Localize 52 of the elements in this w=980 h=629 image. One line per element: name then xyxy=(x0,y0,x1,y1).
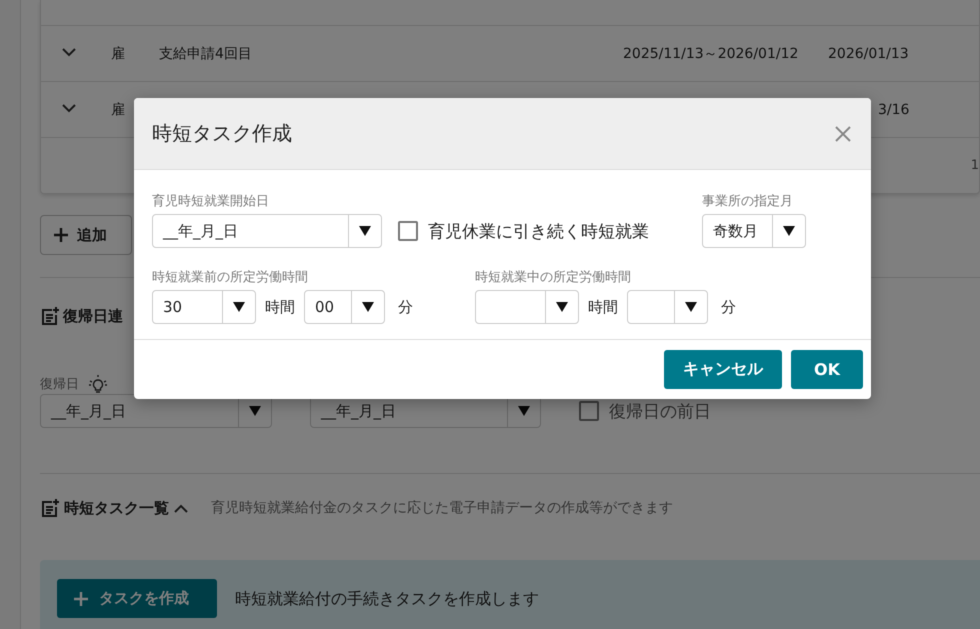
unit-label: 分 xyxy=(398,298,413,316)
ok-button[interactable]: OK xyxy=(791,350,863,389)
checkbox[interactable] xyxy=(398,221,418,241)
chevron-icon[interactable] xyxy=(61,48,77,58)
section-description: 育児時短就業給付金のタスクに応じた電子申請データの作成等ができます xyxy=(211,499,673,517)
caret-icon xyxy=(684,301,698,313)
field-label: 復帰日 xyxy=(40,376,79,393)
caret-icon xyxy=(782,225,796,237)
unit-label: 時間 xyxy=(588,298,618,316)
checkbox-label: 復帰日の前日 xyxy=(609,400,711,422)
date-select[interactable]: __年_月_日 xyxy=(40,394,272,428)
note-add-icon xyxy=(40,498,60,518)
caret-icon xyxy=(361,301,375,313)
add-button[interactable]: 追加 xyxy=(40,215,132,255)
caret-icon xyxy=(517,405,531,417)
caret-icon xyxy=(358,225,372,237)
field-label: 時短就業前の所定労働時間 xyxy=(152,269,309,286)
month-select[interactable]: 奇数月 xyxy=(702,214,806,248)
checkbox-label: 育児休業に引き続く時短就業 xyxy=(428,220,649,242)
note-add-icon xyxy=(40,306,60,326)
caret-icon xyxy=(555,301,569,313)
dialog-title: 時短タスク作成 xyxy=(152,120,292,147)
table-cell-text: 雇 xyxy=(111,100,126,118)
chevron-icon[interactable] xyxy=(61,104,77,114)
field-label: 育児時短就業開始日 xyxy=(152,192,270,210)
close-icon[interactable] xyxy=(833,124,853,144)
lightbulb-icon xyxy=(87,374,109,394)
hours-select[interactable]: 30 xyxy=(152,290,256,324)
field-label: 時短就業中の所定労働時間 xyxy=(475,269,632,286)
table-cell-text: 支給申請4回目 xyxy=(159,44,253,62)
checkbox[interactable] xyxy=(579,401,599,421)
table-cell-text: 2025/11/13～2026/01/12 xyxy=(623,44,800,62)
section-title: 時短タスク一覧 xyxy=(64,498,169,518)
date-select[interactable]: __年_月_日 xyxy=(152,214,382,248)
unit-label: 分 xyxy=(721,298,736,316)
caret-icon xyxy=(248,405,262,417)
field-label: 事業所の指定月 xyxy=(702,193,794,210)
create-task-button[interactable]: タスクを作成 xyxy=(57,579,217,618)
table-cell-text: 2026/01/13 xyxy=(828,46,910,62)
minutes-select[interactable] xyxy=(627,290,708,324)
pager-text: 1 xyxy=(970,158,979,173)
plus-icon xyxy=(53,227,69,243)
minutes-select[interactable]: 00 xyxy=(304,290,385,324)
table-cell-text: 雇 xyxy=(111,44,126,62)
section-title: 復帰日連 xyxy=(63,306,123,326)
caret-icon xyxy=(232,301,246,313)
plus-icon xyxy=(73,590,89,606)
panel-text: 時短就業給付の手続きタスクを作成します xyxy=(235,588,539,610)
cancel-button[interactable]: キャンセル xyxy=(664,350,782,389)
unit-label: 時間 xyxy=(265,298,295,316)
chevron-icon[interactable] xyxy=(173,503,189,513)
table-cell-text: 3/16 xyxy=(877,102,910,118)
